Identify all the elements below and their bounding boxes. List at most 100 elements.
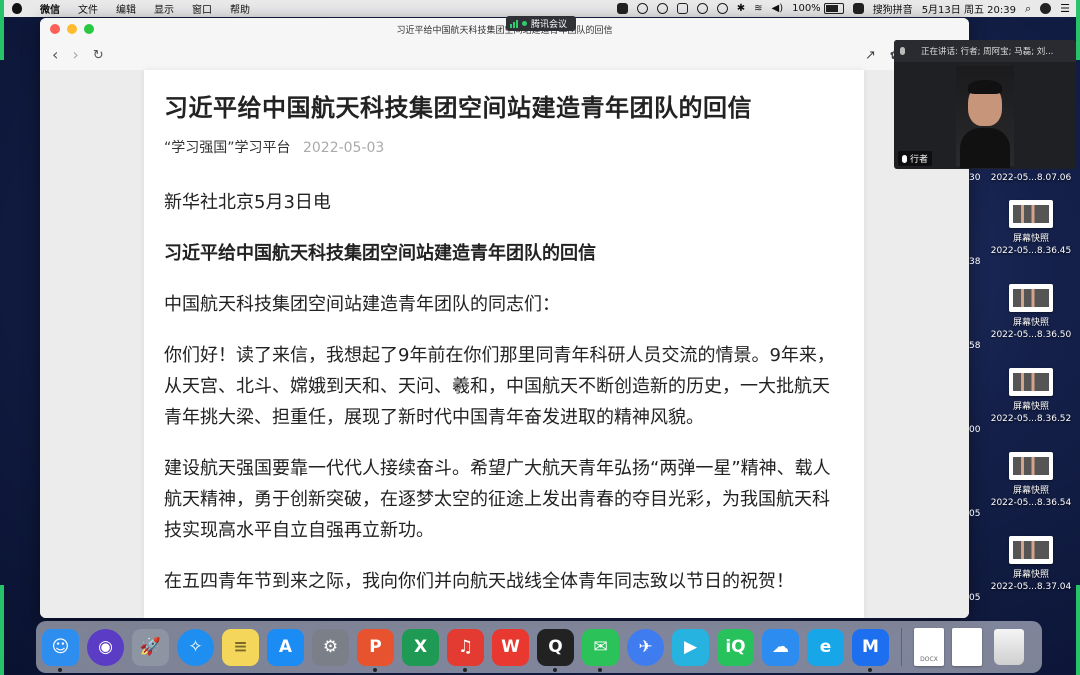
creative-cloud-icon[interactable]	[656, 3, 668, 14]
menu-help[interactable]: 帮助	[230, 1, 250, 16]
dock-tencent-meeting-icon[interactable]: M	[852, 628, 889, 672]
clock-icon[interactable]	[716, 3, 728, 14]
wifi-icon[interactable]: ≋	[754, 3, 762, 14]
dock-glyph: ▶	[683, 637, 698, 657]
speaking-label: 正在讲话: 行者; 周阿宝; 马磊; 刘...	[921, 47, 1054, 57]
desktop-file-name: 2022-05...8.36.52	[990, 414, 1072, 424]
desktop-file[interactable]: 屏幕快照 2022-05...8.36.54	[986, 452, 1076, 509]
wps-status-icon[interactable]	[616, 3, 628, 14]
mic-icon[interactable]	[900, 47, 905, 55]
running-indicator	[373, 667, 377, 672]
menu-window[interactable]: 窗口	[192, 1, 212, 16]
reader-window: 习近平给中国航天科技集团空间站建造青年团队的回信 ‹ › ↻ ↗ ✿ ⬡ Aa …	[40, 18, 969, 618]
dock-recent-document-icon[interactable]	[952, 628, 982, 666]
dock-qq-icon[interactable]: Q	[537, 628, 574, 672]
desktop-file[interactable]: 屏幕快照 2022-05...8.36.45	[986, 200, 1076, 257]
forward-button[interactable]: ›	[72, 47, 78, 63]
docx-label: DOCX	[920, 656, 938, 663]
volume-icon[interactable]: ◀)	[772, 3, 784, 14]
reload-button[interactable]: ↻	[93, 49, 104, 62]
screen-share-border-right	[1076, 0, 1080, 60]
desktop-file[interactable]: 屏幕快照 2022-05...8.36.52	[986, 368, 1076, 425]
time-machine-icon[interactable]	[696, 3, 708, 14]
desktop-file-fragment: 05	[969, 593, 981, 603]
article-title: 习近平给中国航天科技集团空间站建造青年团队的回信	[164, 94, 752, 122]
menu-bar: 微信 文件 编辑 显示 窗口 帮助 ✱ ≋ ◀) 100% 搜狗拼音 5月13日…	[0, 0, 1080, 17]
apple-icon[interactable]	[12, 3, 22, 14]
dock-safari-icon[interactable]: ✧	[177, 628, 214, 666]
dock-glyph: ✧	[188, 637, 203, 657]
screen-share-border-right-bottom	[1076, 585, 1080, 675]
running-indicator	[868, 667, 872, 672]
menu-view[interactable]: 显示	[154, 1, 174, 16]
dock: ☺ ◉ 🚀 ✧ ≡ A ⚙ P X ♫ W Q ✉ ✈ ▶ iQ ☁ e M DOCX	[36, 621, 1042, 673]
article-meta: “学习强国”学习平台 2022-05-03	[164, 137, 844, 157]
dock-netease-music-icon[interactable]: ♫	[447, 628, 484, 672]
article: 习近平给中国航天科技集团空间站建造青年团队的回信 “学习强国”学习平台 2022…	[144, 70, 864, 618]
dock-glyph: e	[819, 637, 832, 657]
dock-glyph: ⚙	[322, 637, 339, 657]
desktop-file-kind: 屏幕快照	[1012, 234, 1049, 244]
dock-siri-icon[interactable]: ◉	[87, 628, 124, 666]
dock-glyph: ☺	[51, 637, 70, 657]
menu-app-name[interactable]: 微信	[40, 1, 60, 16]
back-button[interactable]: ‹	[52, 47, 58, 63]
participant-name-tag: 行者	[898, 151, 933, 166]
dock-iqiyi-icon[interactable]: iQ	[717, 628, 754, 666]
participant-hair	[968, 80, 1002, 94]
running-indicator	[553, 667, 557, 672]
dock-notes-icon[interactable]: ≡	[222, 628, 259, 666]
desktop-file-name: 2022-05...8.37.04	[990, 582, 1072, 592]
dock-system-preferences-icon[interactable]: ⚙	[312, 628, 349, 666]
article-paragraph: 新华社北京5月3日电	[164, 192, 331, 213]
article-source: “学习强国”学习平台	[164, 140, 291, 156]
dock-glyph: ✈	[638, 637, 653, 657]
dock-powerpoint-icon[interactable]: P	[357, 628, 394, 672]
siri-menu-icon[interactable]	[1040, 3, 1052, 14]
file-thumbnail	[1009, 368, 1053, 396]
page-area[interactable]: 习近平给中国航天科技集团空间站建造青年团队的回信 “学习强国”学习平台 2022…	[40, 70, 969, 618]
dock-baidu-netdisk-icon[interactable]: ☁	[762, 628, 799, 666]
share-icon[interactable]: ↗	[865, 48, 876, 63]
desktop-file-fragment: 38	[969, 257, 981, 267]
desktop-file[interactable]: 2022-05...8.07.06	[986, 172, 1076, 184]
dock-browser-icon[interactable]: e	[807, 628, 844, 666]
participant-body	[960, 128, 1010, 168]
meeting-indicator[interactable]: 腾讯会议	[506, 16, 576, 31]
dock-excel-icon[interactable]: X	[402, 628, 439, 666]
signal-bars-icon	[510, 19, 518, 28]
dock-glyph: M	[862, 637, 879, 657]
battery-icon	[823, 3, 844, 14]
bluetooth-icon[interactable]: ✱	[737, 3, 745, 14]
dock-trash-icon[interactable]	[994, 629, 1024, 665]
window-toolbar: ‹ › ↻ ↗ ✿ ⬡ Aa	[40, 40, 969, 71]
dock-video-player-icon[interactable]: ▶	[672, 628, 709, 666]
dock-launchpad-icon[interactable]: 🚀	[132, 628, 169, 666]
battery-status[interactable]: 100%	[792, 3, 844, 14]
menu-edit[interactable]: 编辑	[116, 1, 136, 16]
sogou-icon[interactable]	[852, 3, 864, 14]
dock-glyph: X	[413, 637, 428, 657]
menu-file[interactable]: 文件	[78, 1, 98, 16]
spotlight-icon[interactable]: ⌕	[1025, 2, 1031, 16]
dock-finder-icon[interactable]: ☺	[42, 628, 79, 672]
menubar-clock[interactable]: 5月13日 周五 20:39	[922, 1, 1016, 16]
desktop-file-fragment: 58	[969, 341, 981, 351]
wechat-status-icon[interactable]	[636, 3, 648, 14]
article-subheading: 习近平给中国航天科技集团空间站建造青年团队的回信	[164, 243, 596, 264]
desktop-file-name: 2022-05...8.36.50	[990, 330, 1072, 340]
running-indicator	[58, 667, 62, 672]
desktop-file[interactable]: 屏幕快照 2022-05...8.36.50	[986, 284, 1076, 341]
input-grid-icon[interactable]	[676, 3, 688, 14]
dock-glyph: ≡	[233, 637, 248, 657]
meeting-video-panel[interactable]: 正在讲话: 行者; 周阿宝; 马磊; 刘... 行者	[894, 40, 1076, 169]
dock-docx-file-icon[interactable]: DOCX	[914, 628, 944, 666]
participant-video[interactable]	[956, 66, 1014, 168]
dock-wps-icon[interactable]: W	[492, 628, 529, 666]
control-center-icon[interactable]: ☰	[1060, 2, 1070, 15]
dock-app-store-icon[interactable]: A	[267, 628, 304, 666]
dock-lark-icon[interactable]: ✈	[627, 628, 664, 666]
desktop-file[interactable]: 屏幕快照 2022-05...8.37.04	[986, 536, 1076, 593]
dock-wechat-icon[interactable]: ✉	[582, 628, 619, 672]
input-method-label[interactable]: 搜狗拼音	[873, 1, 913, 16]
